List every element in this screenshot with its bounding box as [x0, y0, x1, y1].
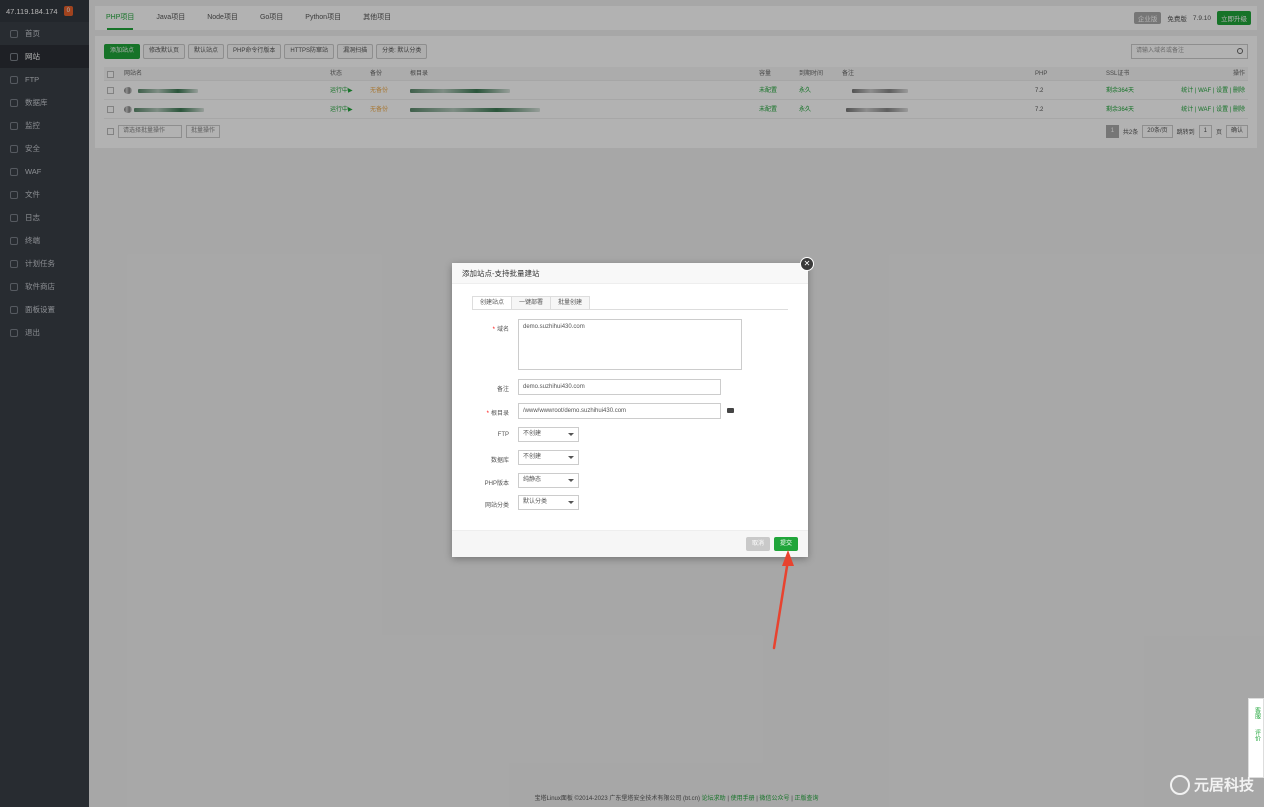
category-label: 网站分类 [484, 503, 509, 509]
domain-textarea[interactable]: demo.suzhihui430.com [518, 319, 742, 370]
dialog-tabs: 创建站点 一键部署 批量创建 [472, 296, 591, 310]
php-label: PHP版本 [484, 481, 509, 487]
ftp-select[interactable]: 不创建 [518, 427, 579, 442]
database-select[interactable]: 不创建 [518, 450, 579, 465]
root-label: 根目录 [490, 411, 509, 417]
watermark: 元居科技 [1169, 774, 1254, 795]
chevron-down-icon [568, 501, 574, 504]
folder-icon[interactable] [727, 408, 734, 413]
database-label: 数据库 [490, 458, 509, 464]
root-path-input[interactable]: /www/wwwroot/demo.suzhihui430.com [518, 403, 721, 419]
tab-divider [472, 309, 788, 310]
php-version-select[interactable]: 纯静态 [518, 473, 579, 488]
service-button[interactable]: 客服 [1253, 707, 1260, 719]
remark-label: 备注 [496, 387, 509, 393]
dialog-footer: 取消 提交 [452, 530, 808, 557]
watermark-logo-icon [1169, 774, 1190, 795]
category-select[interactable]: 默认分类 [518, 495, 579, 510]
tab-one-click-deploy[interactable]: 一键部署 [511, 296, 552, 310]
tab-create-site[interactable]: 创建站点 [472, 296, 513, 310]
close-icon[interactable]: ✕ [800, 257, 814, 271]
chevron-down-icon [568, 456, 574, 459]
right-tools: 客服 评价 [1248, 698, 1264, 778]
review-button[interactable]: 评价 [1253, 729, 1260, 741]
tab-batch-create[interactable]: 批量创建 [550, 296, 591, 310]
ftp-label: FTP [497, 432, 509, 438]
remark-input[interactable]: demo.suzhihui430.com [518, 379, 721, 395]
chevron-down-icon [568, 433, 574, 436]
add-site-dialog: 添加站点-支持批量建站 ✕ 创建站点 一键部署 批量创建 * 域名 demo.su… [452, 257, 814, 557]
chevron-down-icon [568, 479, 574, 482]
annotation-arrow [772, 550, 794, 650]
domain-label: 域名 [496, 327, 509, 333]
dialog-title: 添加站点-支持批量建站 [452, 263, 808, 284]
